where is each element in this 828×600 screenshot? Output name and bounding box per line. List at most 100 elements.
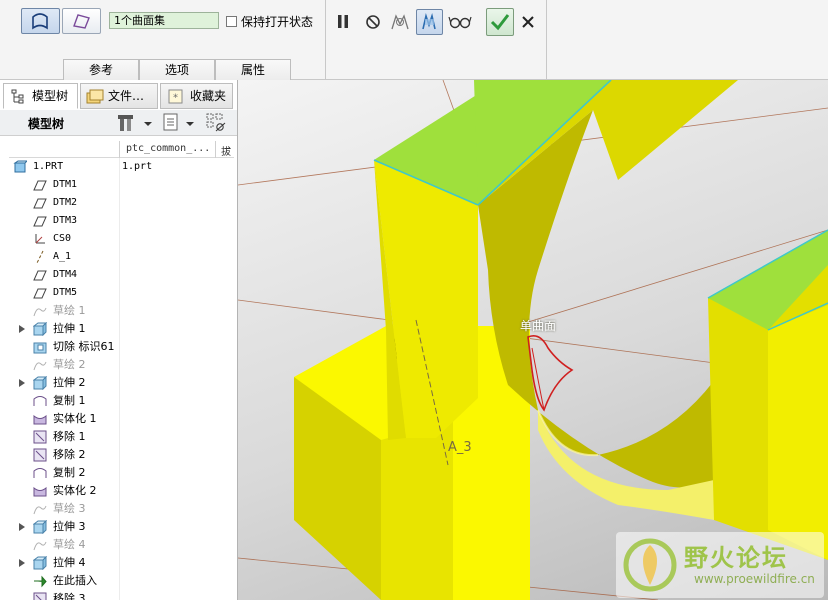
tree-item[interactable]: 复制 1 <box>0 392 234 410</box>
tab-favorites-label: 收藏夹 <box>190 89 227 103</box>
no-preview-icon[interactable] <box>364 13 382 31</box>
tree-item[interactable]: 草绘 2 <box>0 356 234 374</box>
tree-item[interactable]: 移除 1 <box>0 428 234 446</box>
checkbox-box[interactable] <box>226 16 237 27</box>
tree-item[interactable]: DTM2 <box>0 194 234 212</box>
solid-surface-mode-button[interactable] <box>21 8 60 34</box>
extrude-icon <box>32 375 48 391</box>
sketch-icon <box>33 304 47 318</box>
tab-folder-browser[interactable]: 文件… <box>80 83 158 109</box>
tree-item-label: 复制 1 <box>53 394 86 407</box>
copy-icon <box>33 394 47 408</box>
surface-set-icon <box>32 13 48 30</box>
tree-item[interactable]: 拉伸 1 <box>0 320 234 338</box>
tree-item[interactable]: 移除 3 <box>0 590 234 600</box>
expand-arrow-icon[interactable] <box>19 379 25 387</box>
tree-item[interactable]: 移除 2 <box>0 446 234 464</box>
tab-options[interactable]: 选项 <box>139 59 215 80</box>
tab-favorites[interactable]: * 收藏夹 <box>160 83 233 109</box>
tab-model-tree-label: 模型树 <box>32 89 69 103</box>
datum-plane-icon <box>33 196 47 210</box>
tree-item-label: DTM5 <box>53 287 78 298</box>
svg-text:*: * <box>173 93 178 104</box>
tree-item[interactable]: 切除 标识61 <box>0 338 234 356</box>
tree-item[interactable]: 实体化 1 <box>0 410 234 428</box>
extrude-icon <box>32 321 48 337</box>
tab-model-tree[interactable]: 模型树 <box>3 83 78 109</box>
tree-item[interactable]: DTM5 <box>0 284 234 302</box>
coord-system-icon <box>33 232 47 246</box>
tree-item[interactable]: A_1 <box>0 248 234 266</box>
show-list-icon[interactable] <box>162 113 180 133</box>
tree-item-label: 拉伸 3 <box>53 520 86 533</box>
tree-item[interactable]: 草绘 1 <box>0 302 234 320</box>
single-surface-mode-button[interactable] <box>62 8 101 34</box>
pause-icon[interactable] <box>336 14 350 30</box>
remove-icon <box>33 430 47 444</box>
expand-arrow-icon[interactable] <box>19 325 25 333</box>
graphics-viewport[interactable]: A_3 单曲面 <box>238 80 828 600</box>
keep-open-checkbox[interactable]: 保持打开状态 <box>226 13 313 30</box>
expand-arrow-icon[interactable] <box>19 523 25 531</box>
tree-item[interactable]: CS0 <box>0 230 234 248</box>
cancel-icon[interactable] <box>520 14 536 30</box>
surface-collector[interactable]: 1个曲面集 <box>109 12 219 29</box>
tree-item[interactable]: 1.PRT 1.prt <box>0 158 234 176</box>
left-wall <box>374 160 478 440</box>
ok-button[interactable] <box>486 8 514 36</box>
tree-item-label: 复制 2 <box>53 466 86 479</box>
tree-item[interactable]: 草绘 4 <box>0 536 234 554</box>
tree-item-label: CS0 <box>53 233 72 244</box>
tab-properties[interactable]: 属性 <box>215 59 291 80</box>
verify-glasses-icon[interactable] <box>448 13 472 31</box>
watermark-url: www.proewildfire.cn <box>694 572 815 586</box>
tree-item[interactable]: 拉伸 3 <box>0 518 234 536</box>
tree-item[interactable]: 实体化 2 <box>0 482 234 500</box>
tree-item-label: DTM2 <box>53 197 78 208</box>
column-ptc-common[interactable]: ptc_common_... <box>126 143 210 154</box>
ribbon-divider <box>325 0 326 80</box>
tree-item[interactable]: DTM4 <box>0 266 234 284</box>
chevron-down-icon[interactable] <box>185 119 195 129</box>
watermark-title: 野火论坛 <box>684 544 788 572</box>
feature-preview-button[interactable] <box>416 9 443 35</box>
settings-tools-icon[interactable] <box>117 112 139 134</box>
solidify-icon <box>33 484 47 498</box>
tree-item-label: 草绘 4 <box>53 538 86 551</box>
solidify-icon <box>33 412 47 426</box>
tree-item[interactable]: DTM1 <box>0 176 234 194</box>
tree-item[interactable]: DTM3 <box>0 212 234 230</box>
column-extra[interactable]: 拔 <box>221 143 231 158</box>
datum-axis-icon <box>33 250 47 264</box>
tree-column-header: ptc_common_... 拔 <box>9 141 234 158</box>
expand-arrow-icon[interactable] <box>19 559 25 567</box>
tree-item-label: 草绘 1 <box>53 304 86 317</box>
tree-item-label: 草绘 2 <box>53 358 86 371</box>
tree-item[interactable]: 复制 2 <box>0 464 234 482</box>
tree-item[interactable]: 在此插入 <box>0 572 234 590</box>
wildfire-logo-icon <box>623 538 677 592</box>
right-wall <box>707 229 828 560</box>
watermark-badge: 野火论坛 www.proewildfire.cn <box>616 532 824 598</box>
sketch-icon <box>33 502 47 516</box>
hide-items-icon[interactable] <box>205 112 227 134</box>
tree-item[interactable]: 拉伸 4 <box>0 554 234 572</box>
part-icon <box>13 160 29 174</box>
attached-preview-icon[interactable] <box>388 11 412 33</box>
tree-item[interactable]: 草绘 3 <box>0 500 234 518</box>
tree-item-label: DTM1 <box>53 179 78 190</box>
tree-item-label: 移除 2 <box>53 448 86 461</box>
sketch-icon <box>33 358 47 372</box>
tree-item[interactable]: 拉伸 2 <box>0 374 234 392</box>
model-view[interactable]: A_3 <box>238 80 828 600</box>
column-divider[interactable] <box>119 141 120 158</box>
tree-item-label: 拉伸 1 <box>53 322 86 335</box>
column-divider[interactable] <box>215 141 216 158</box>
app-window: 1个曲面集 保持打开状态 参考 选项 属性 模型树 文件… * 收藏夹 模型树 … <box>0 0 828 600</box>
tree-item-label: 切除 标识61 <box>53 340 115 353</box>
tree-item-label: DTM4 <box>53 269 78 280</box>
checkmark-icon <box>490 14 510 31</box>
tab-references[interactable]: 参考 <box>63 59 139 80</box>
chevron-down-icon[interactable] <box>143 119 153 129</box>
tree-column-separator <box>119 158 120 600</box>
